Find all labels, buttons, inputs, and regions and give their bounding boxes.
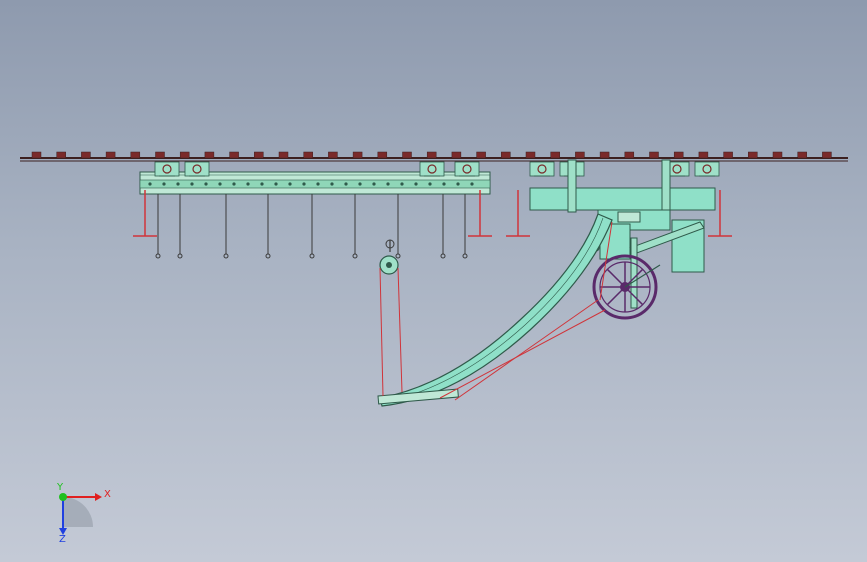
hanging-rod[interactable]: [223, 194, 229, 259]
z-axis-label: Z: [59, 534, 66, 545]
hanging-rod[interactable]: [309, 194, 315, 259]
hanging-rod[interactable]: [352, 194, 358, 259]
assembly-drawing[interactable]: X Y Z: [0, 0, 867, 562]
y-axis-label: Y: [56, 482, 64, 493]
cables: [379, 221, 613, 401]
trolley[interactable]: [154, 161, 180, 177]
trolley[interactable]: [529, 161, 555, 177]
trolley[interactable]: [184, 161, 210, 177]
pulley[interactable]: [379, 239, 399, 275]
hanging-rod[interactable]: [265, 194, 271, 259]
trolley[interactable]: [419, 161, 445, 177]
hanging-rod[interactable]: [177, 194, 183, 259]
winch-wheel[interactable]: [592, 254, 661, 320]
hanging-rod[interactable]: [155, 194, 161, 259]
x-axis-label: X: [104, 489, 111, 500]
axis-triad: X Y Z: [56, 482, 111, 545]
trolley[interactable]: [454, 161, 480, 177]
curved-chute[interactable]: [377, 213, 613, 407]
hanging-rod[interactable]: [440, 194, 446, 259]
trolley[interactable]: [694, 161, 720, 177]
hanging-rod[interactable]: [462, 194, 468, 259]
hanging-rods[interactable]: [155, 194, 468, 259]
cad-viewport[interactable]: X Y Z: [0, 0, 867, 562]
hanging-rod[interactable]: [395, 194, 401, 259]
overhead-rail[interactable]: [20, 151, 848, 162]
